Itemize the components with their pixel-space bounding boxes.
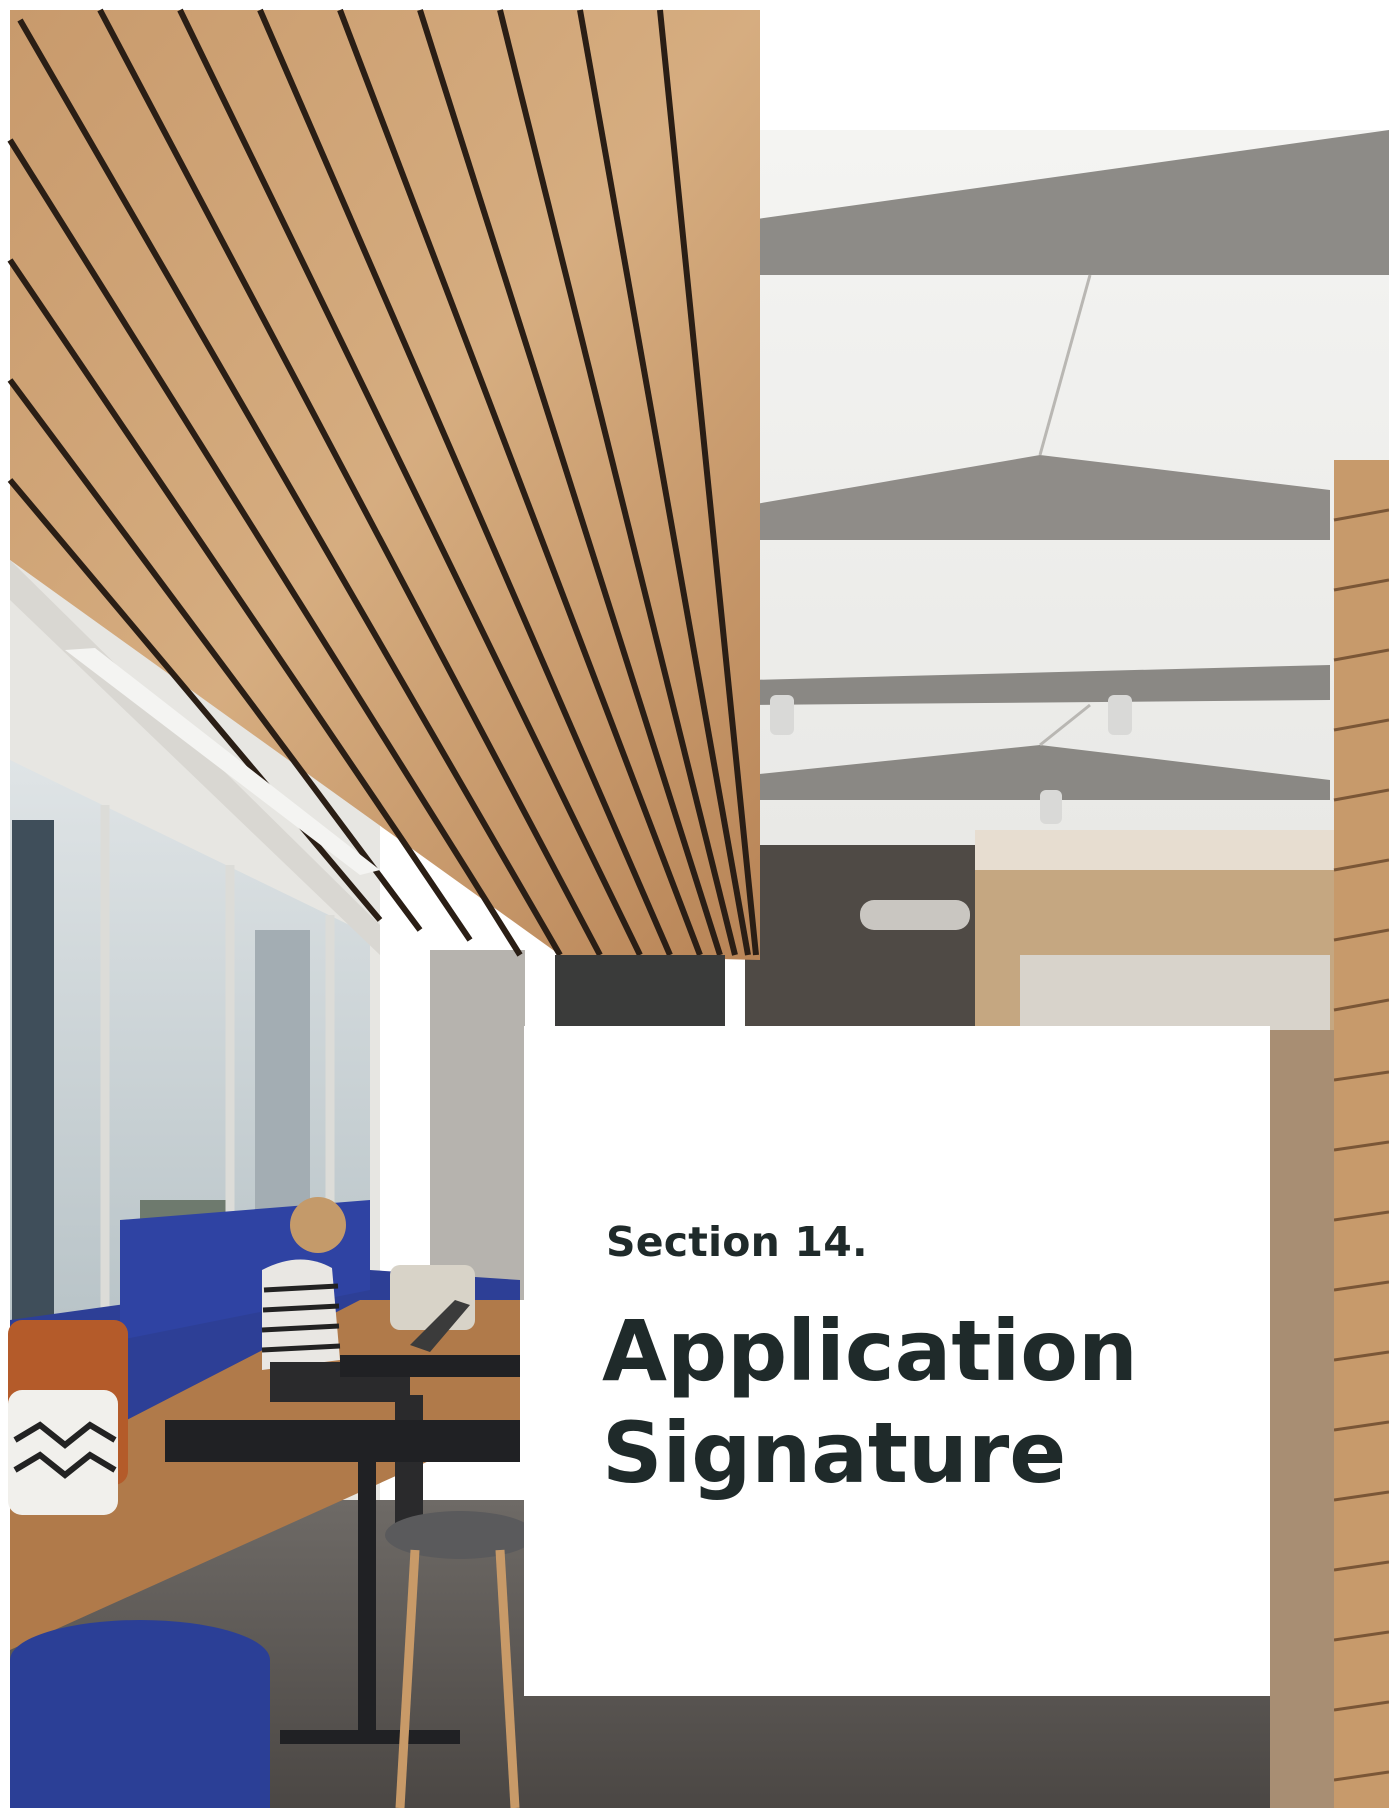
section-title-line-2: Signature (602, 1404, 1067, 1502)
section-title-card: Section 14. Application Signature (524, 1026, 1270, 1696)
section-title-line-1: Application (602, 1302, 1138, 1400)
section-title: Application Signature (602, 1300, 1138, 1504)
section-number: Section 14. (606, 1218, 868, 1266)
